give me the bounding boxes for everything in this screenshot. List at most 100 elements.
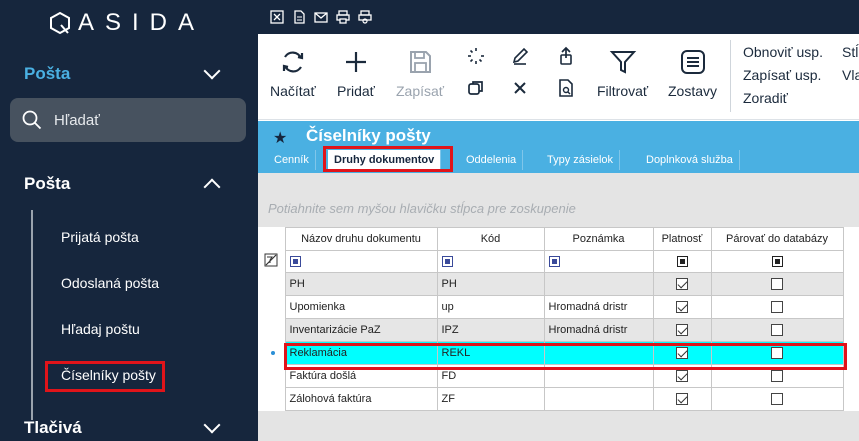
group-by-hint[interactable]: Potiahnite sem myšou hlavičku stĺpca pre…	[268, 201, 576, 216]
sidebar-item-hladaj-postu[interactable]: Hľadaj poštu	[61, 321, 140, 337]
column-header-parovat[interactable]: Párovať do databázy	[710, 227, 844, 251]
cell-parovat[interactable]	[710, 364, 844, 388]
row-indicator[interactable]	[258, 272, 286, 296]
platnost-checkbox[interactable]	[676, 278, 688, 291]
table-row[interactable]: Zálohová faktúra ZF	[258, 387, 844, 411]
column-header-poznamka[interactable]: Poznámka	[543, 227, 654, 251]
platnost-checkbox[interactable]	[676, 301, 688, 314]
cell-parovat[interactable]	[710, 387, 844, 411]
filter-cell-poznamka[interactable]	[543, 250, 654, 273]
cell-nazov[interactable]: Reklamácia	[284, 341, 438, 365]
reload-button[interactable]: Načítať	[270, 48, 316, 99]
refresh-layout-link[interactable]: Obnoviť usp.	[743, 44, 823, 60]
cell-nazov[interactable]: Upomienka	[284, 295, 438, 319]
filter-operator-icon[interactable]	[289, 256, 301, 268]
tab-druhy-dokumentov[interactable]: Druhy dokumentov	[328, 150, 442, 170]
parovat-checkbox[interactable]	[771, 393, 783, 406]
sidebar-group-tlaciva[interactable]: Tlačivá	[0, 412, 258, 441]
table-row[interactable]: Inventarizácie PaZ IPZ Hromadná dristr	[258, 318, 844, 342]
parovat-checkbox[interactable]	[771, 278, 783, 291]
edit-icon[interactable]	[510, 46, 530, 66]
cell-poznamka[interactable]: Hromadná dristr	[543, 295, 654, 319]
properties-link[interactable]: Vla	[842, 67, 859, 83]
filter-checkbox-icon[interactable]	[676, 256, 688, 268]
cell-kod[interactable]: ZF	[436, 387, 545, 411]
filter-operator-icon[interactable]	[548, 256, 560, 268]
table-row[interactable]: PH PH	[258, 272, 844, 296]
copy-icon[interactable]	[466, 78, 486, 98]
cell-kod[interactable]: up	[436, 295, 545, 319]
document-search-icon[interactable]	[556, 78, 576, 98]
loading-spinner-icon[interactable]	[466, 46, 486, 66]
column-header-platnost[interactable]: Platnosť	[652, 227, 712, 251]
row-indicator[interactable]	[258, 387, 286, 411]
filter-operator-icon[interactable]	[441, 256, 453, 268]
cell-platnost[interactable]	[652, 272, 712, 296]
sidebar-item-odoslana-posta[interactable]: Odoslaná pošta	[61, 275, 159, 291]
print-icon[interactable]	[336, 10, 350, 24]
cell-poznamka[interactable]: Hromadná dristr	[543, 318, 654, 342]
row-indicator[interactable]	[258, 295, 286, 319]
tab-doplnkova-sluzba[interactable]: Doplnková služba	[640, 150, 740, 170]
cell-kod[interactable]: FD	[436, 364, 545, 388]
cell-platnost[interactable]	[652, 364, 712, 388]
cell-nazov[interactable]: Inventarizácie PaZ	[284, 318, 438, 342]
sort-link[interactable]: Zoradiť	[743, 90, 788, 106]
save-layout-link[interactable]: Zapísať usp.	[743, 67, 821, 83]
sidebar-item-prijata-posta[interactable]: Prijatá pošta	[61, 229, 139, 245]
tab-typy-zasielok[interactable]: Typy zásielok	[541, 150, 621, 170]
filter-cell-platnost[interactable]	[652, 250, 712, 273]
table-row[interactable]: Faktúra došlá FD	[258, 364, 844, 388]
platnost-checkbox[interactable]	[676, 347, 688, 360]
row-indicator[interactable]	[258, 318, 286, 342]
sidebar-section-posta[interactable]: Pošta	[0, 58, 258, 90]
filter-cell-kod[interactable]	[436, 250, 545, 273]
asida-logo[interactable]: ASIDA	[48, 9, 205, 36]
cell-platnost[interactable]	[652, 295, 712, 319]
filter-cell-parovat[interactable]	[710, 250, 844, 273]
column-header-nazov[interactable]: Názov druhu dokumentu	[284, 227, 438, 251]
platnost-checkbox[interactable]	[676, 393, 688, 406]
sidebar-search[interactable]: Hľadať	[10, 98, 246, 142]
mail-icon[interactable]	[314, 10, 328, 24]
reports-button[interactable]: Zostavy	[668, 48, 717, 99]
parovat-checkbox[interactable]	[771, 324, 783, 337]
filter-clear-icon[interactable]	[258, 250, 286, 273]
tab-oddelenia[interactable]: Oddelenia	[460, 150, 524, 170]
cell-nazov[interactable]: Faktúra došlá	[284, 364, 438, 388]
cell-parovat[interactable]	[710, 341, 844, 365]
delete-x-icon[interactable]	[510, 78, 530, 98]
add-button[interactable]: Pridať	[337, 48, 375, 99]
cell-poznamka[interactable]	[543, 341, 654, 365]
cell-platnost[interactable]	[652, 318, 712, 342]
print-preview-icon[interactable]	[358, 10, 372, 24]
columns-link[interactable]: Stĺ	[842, 44, 858, 60]
document-icon[interactable]	[292, 10, 306, 24]
cell-platnost[interactable]	[652, 387, 712, 411]
cell-parovat[interactable]	[710, 295, 844, 319]
cell-poznamka[interactable]	[543, 387, 654, 411]
cell-poznamka[interactable]	[543, 272, 654, 296]
cell-parovat[interactable]	[710, 272, 844, 296]
cell-nazov[interactable]: Zálohová faktúra	[284, 387, 438, 411]
parovat-checkbox[interactable]	[771, 301, 783, 314]
cell-nazov[interactable]: PH	[284, 272, 438, 296]
filter-checkbox-icon[interactable]	[771, 256, 783, 268]
excel-export-icon[interactable]	[270, 10, 284, 24]
cell-kod[interactable]: IPZ	[436, 318, 545, 342]
column-header-kod[interactable]: Kód	[436, 227, 545, 251]
table-row[interactable]: Upomienka up Hromadná dristr	[258, 295, 844, 319]
sidebar-group-posta[interactable]: Pošta	[0, 168, 258, 200]
save-button[interactable]: Zapísať	[396, 48, 444, 99]
share-export-icon[interactable]	[556, 46, 576, 66]
cell-poznamka[interactable]	[543, 364, 654, 388]
platnost-checkbox[interactable]	[676, 370, 688, 383]
star-icon[interactable]: ★	[273, 128, 287, 148]
row-indicator[interactable]	[258, 364, 286, 388]
parovat-checkbox[interactable]	[771, 347, 783, 360]
filter-button[interactable]: Filtrovať	[597, 48, 648, 99]
parovat-checkbox[interactable]	[771, 370, 783, 383]
cell-kod[interactable]: PH	[436, 272, 545, 296]
platnost-checkbox[interactable]	[676, 324, 688, 337]
cell-parovat[interactable]	[710, 318, 844, 342]
